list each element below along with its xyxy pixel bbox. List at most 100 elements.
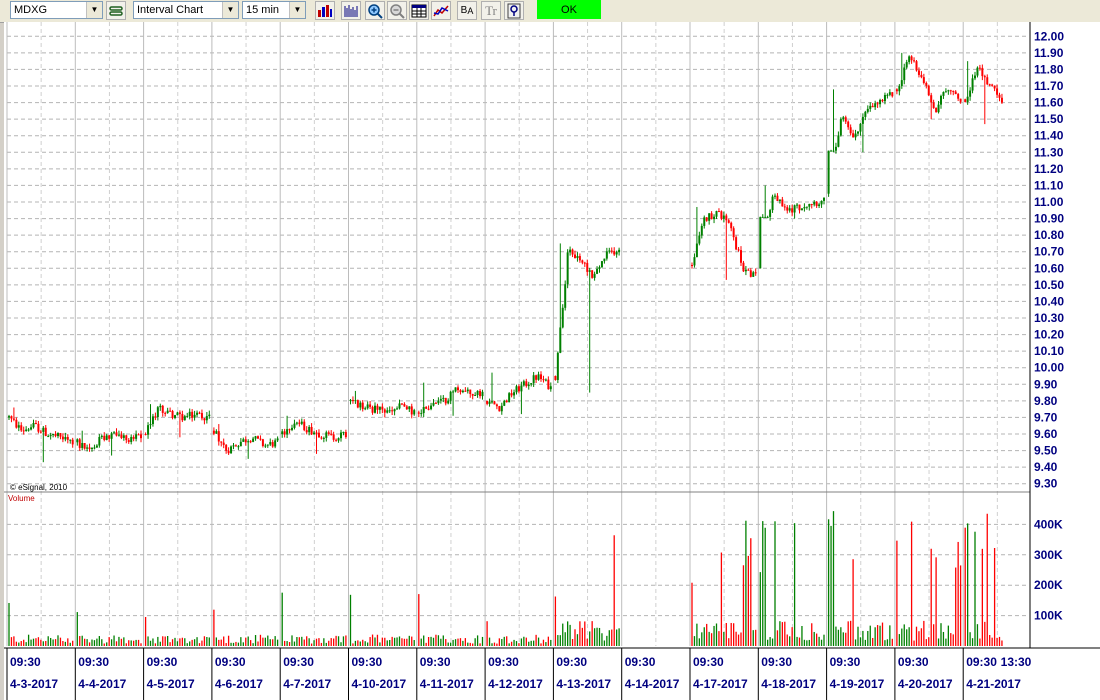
candle-body	[403, 404, 406, 407]
time-tick-label: 09:30	[215, 655, 246, 669]
symbol-combo[interactable]: MDXG ▼	[10, 1, 103, 19]
candle-body	[12, 418, 15, 420]
candle-body	[103, 435, 106, 440]
candle-body	[605, 251, 608, 259]
chevron-down-icon[interactable]: ▼	[86, 2, 102, 18]
zoom-out-icon[interactable]	[387, 1, 407, 20]
candle-body	[349, 399, 352, 401]
candle-body	[57, 433, 59, 437]
candle-body	[434, 402, 437, 404]
candle-body	[437, 400, 440, 404]
link-icon[interactable]	[106, 1, 126, 20]
chart-area[interactable]: 12.00 11.90 11.80 11.70 11.60 11.50 11.40 11.30…	[4, 22, 1100, 700]
candle-body	[264, 445, 267, 447]
interval-combo[interactable]: 15 min ▼	[242, 1, 306, 19]
chevron-down-icon[interactable]: ▼	[222, 2, 238, 18]
candle-body	[886, 94, 889, 96]
chevron-down-icon[interactable]: ▼	[289, 2, 305, 18]
candle-body	[793, 205, 796, 213]
candle-body	[93, 447, 96, 449]
candle-body	[198, 412, 201, 414]
candle-body	[971, 78, 974, 91]
candle-body	[227, 450, 230, 454]
candle-body	[847, 121, 850, 128]
candle-body	[320, 437, 323, 439]
text-tool-icon[interactable]: Tr	[481, 1, 501, 20]
candle-body	[974, 75, 976, 79]
candle-body	[713, 216, 716, 220]
candle-body	[120, 434, 123, 438]
candle-body	[413, 410, 416, 415]
candle-body	[10, 416, 13, 419]
candle-body	[100, 435, 103, 437]
candle-body	[83, 443, 86, 449]
price-tick-label: 11.60	[1034, 96, 1064, 110]
candle-body	[988, 84, 991, 86]
price-tick-label: 9.50	[1034, 444, 1058, 458]
zoom-in-icon[interactable]	[365, 1, 385, 20]
candle-body	[95, 445, 98, 448]
candle-body	[59, 433, 62, 437]
date-tick-label: 4-7-2017	[283, 677, 331, 691]
candle-body	[927, 85, 930, 96]
price-tick-label: 10.20	[1034, 328, 1064, 342]
cursor-icon[interactable]	[504, 1, 524, 20]
candle-body	[344, 432, 347, 438]
candle-body	[493, 401, 496, 405]
candle-body	[991, 84, 994, 86]
candle-body	[598, 267, 601, 269]
candle-body	[500, 405, 503, 412]
candle-body	[364, 408, 367, 410]
volume-tick-label: 200K	[1034, 578, 1063, 592]
bar-chart-icon[interactable]	[315, 1, 335, 20]
price-tick-label: 10.70	[1034, 245, 1064, 259]
candle-body	[361, 402, 364, 410]
candle-body	[942, 92, 945, 96]
candle-body	[776, 195, 779, 201]
candle-body	[439, 398, 442, 401]
candle-body	[888, 92, 891, 95]
candle-body	[54, 433, 57, 437]
line-study-icon[interactable]	[431, 1, 451, 20]
candle-body	[191, 411, 194, 418]
candle-body	[342, 432, 345, 434]
candle-body	[52, 433, 55, 436]
candle-body	[798, 204, 801, 211]
candle-body	[169, 410, 172, 412]
candle-body	[425, 407, 428, 409]
candle-body	[30, 427, 33, 430]
buy-ask-icon[interactable]: BA	[457, 1, 477, 20]
candle-body	[203, 418, 206, 421]
candle-body	[600, 261, 603, 268]
candle-body	[354, 400, 357, 402]
price-volume-chart[interactable]: 12.00 11.90 11.80 11.70 11.60 11.50 11.40 11.30…	[4, 22, 1100, 700]
candle-body	[351, 399, 354, 401]
candle-body	[957, 94, 960, 99]
price-tick-label: 11.80	[1034, 62, 1064, 76]
chart-type-combo[interactable]: Interval Chart ▼	[133, 1, 239, 19]
ok-button[interactable]: OK	[537, 0, 601, 19]
candle-body	[827, 150, 830, 194]
volume-icon[interactable]	[341, 1, 361, 20]
price-tick-label: 9.40	[1034, 460, 1058, 474]
table-icon[interactable]	[409, 1, 429, 20]
candle-body	[720, 211, 723, 219]
candle-body	[998, 94, 1001, 98]
candle-body	[486, 400, 489, 404]
candle-body	[98, 436, 101, 446]
candle-body	[222, 442, 225, 445]
candle-body	[618, 249, 621, 253]
candle-body	[527, 384, 530, 387]
candle-body	[466, 389, 469, 392]
candle-body	[566, 252, 569, 285]
candle-body	[140, 434, 142, 439]
candle-body	[930, 95, 933, 103]
time-tick-label: 09:30	[625, 655, 656, 669]
candle-body	[596, 268, 599, 274]
candle-body	[47, 436, 50, 438]
candle-body	[310, 426, 313, 435]
last-time-label: 13:30	[1001, 655, 1032, 669]
candle-body	[471, 393, 474, 396]
candle-body	[852, 133, 855, 138]
candle-body	[905, 62, 908, 68]
